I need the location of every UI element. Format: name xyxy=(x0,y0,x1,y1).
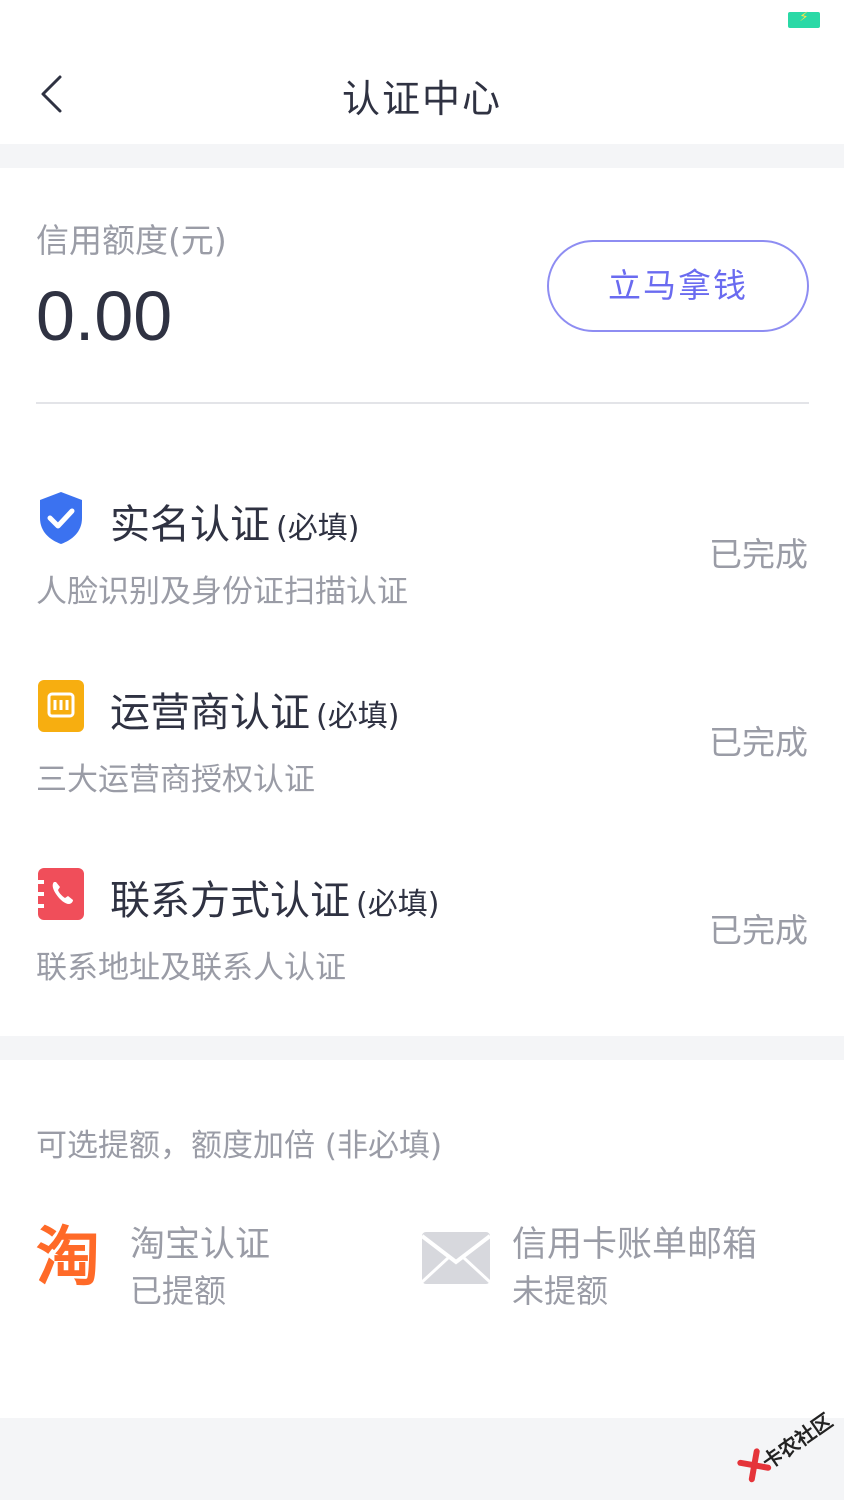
required-tag: (必填) xyxy=(316,699,400,734)
credit-value: 0.00 xyxy=(36,277,173,355)
required-tag: (必填) xyxy=(356,887,440,922)
auth-item-realname[interactable]: 实名认证 (必填) 人脸识别及身份证扫描认证 已完成 xyxy=(0,490,844,678)
auth-desc: 联系地址及联系人认证 xyxy=(36,950,346,986)
opt-status: 已提额 xyxy=(130,1272,227,1310)
auth-desc: 人脸识别及身份证扫描认证 xyxy=(36,574,408,610)
mail-icon xyxy=(420,1232,492,1284)
status-bar: ⚡ xyxy=(0,0,844,40)
auth-status: 已完成 xyxy=(709,911,808,950)
opt-status: 未提额 xyxy=(512,1272,609,1310)
credit-label: 信用额度(元) xyxy=(36,221,227,260)
page-title: 认证中心 xyxy=(341,77,502,121)
auth-status: 已完成 xyxy=(709,723,808,762)
sim-card-icon xyxy=(38,680,84,732)
auth-item-contact[interactable]: 联系方式认证 (必填) 联系地址及联系人认证 已完成 xyxy=(0,866,844,1054)
auth-title: 联系方式认证 (必填) xyxy=(110,878,440,924)
auth-desc: 三大运营商授权认证 xyxy=(36,762,315,798)
auth-title: 运营商认证 (必填) xyxy=(110,690,400,736)
opt-name: 信用卡账单邮箱 xyxy=(512,1225,758,1265)
shield-check-icon xyxy=(40,492,82,544)
taobao-icon: 淘 xyxy=(36,1221,100,1295)
mail-auth-item[interactable]: 信用卡账单邮箱 未提额 xyxy=(420,1214,820,1314)
optional-title: 可选提额，额度加倍 (非必填) xyxy=(36,1128,443,1164)
taobao-auth-item[interactable]: 淘 淘宝认证 已提额 xyxy=(36,1214,366,1314)
optional-section: 可选提额，额度加倍 (非必填) 淘 淘宝认证 已提额 信用卡账单邮箱 未提额 xyxy=(0,1060,844,1418)
opt-name: 淘宝认证 xyxy=(130,1225,271,1265)
battery-icon: ⚡ xyxy=(788,10,820,28)
auth-status: 已完成 xyxy=(709,535,808,574)
auth-list: 实名认证 (必填) 人脸识别及身份证扫描认证 已完成 运营商认证 (必填) 三大运营… xyxy=(0,404,844,1036)
required-tag: (必填) xyxy=(276,511,360,546)
credit-card: 信用额度(元) 0.00 立马拿钱 xyxy=(0,168,844,404)
get-money-button[interactable]: 立马拿钱 xyxy=(547,240,809,332)
phone-book-icon xyxy=(36,868,84,920)
nav-bar: 认证中心 xyxy=(0,40,844,144)
auth-item-carrier[interactable]: 运营商认证 (必填) 三大运营商授权认证 已完成 xyxy=(0,678,844,866)
auth-title: 实名认证 (必填) xyxy=(110,502,360,548)
